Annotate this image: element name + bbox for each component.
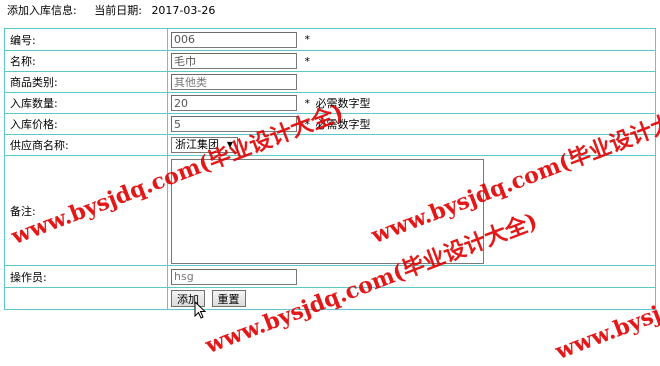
row-remark: 备注: [4,155,656,266]
row-price: 入库价格: * 必需数字型 [4,113,656,135]
quantity-hint: 必需数字型 [315,97,371,110]
price-label: 入库价格: [4,113,168,135]
row-supplier: 供应商名称: 浙江集团 ▼ [4,134,656,156]
page-header: 添加入库信息: 当前日期: 2017-03-26 [7,4,215,18]
price-required-mark: * [304,117,311,131]
operator-label: 操作员: [4,265,168,288]
row-quantity: 入库数量: * 必需数字型 [4,92,656,114]
stock-in-form: 编号: * 名称: * 商品类别: 入库数量: * 必需数字型 入库价格: * … [4,28,656,310]
operator-input[interactable] [171,268,297,285]
supplier-select[interactable]: 浙江集团 ▼ [171,137,238,153]
row-code: 编号: * [4,28,656,51]
chevron-down-icon: ▼ [226,140,233,149]
row-actions: 添加 重置 [4,287,656,310]
code-required-mark: * [304,33,311,46]
reset-button[interactable]: 重置 [211,290,246,307]
quantity-input[interactable] [171,95,297,111]
supplier-selected-value: 浙江集团 [175,138,219,151]
price-hint: 必需数字型 [315,118,371,131]
code-input[interactable] [171,31,297,48]
supplier-label: 供应商名称: [4,134,168,156]
name-label: 名称: [4,50,168,72]
category-input[interactable] [171,74,297,90]
price-input[interactable] [171,116,297,132]
date-value: 2017-03-26 [151,4,216,17]
row-name: 名称: * [4,50,656,72]
page-title: 添加入库信息: [7,4,77,17]
row-operator: 操作员: [4,265,656,288]
add-button[interactable]: 添加 [171,290,205,307]
category-label: 商品类别: [4,71,168,93]
row-category: 商品类别: [4,71,656,93]
code-label: 编号: [4,28,168,51]
quantity-label: 入库数量: [4,92,168,114]
name-input[interactable] [171,53,297,69]
date-label: 当前日期: [94,4,142,17]
quantity-required-mark: * [304,96,311,110]
remark-label: 备注: [4,155,168,266]
name-required-mark: * [304,54,311,68]
remark-textarea[interactable] [171,158,484,264]
